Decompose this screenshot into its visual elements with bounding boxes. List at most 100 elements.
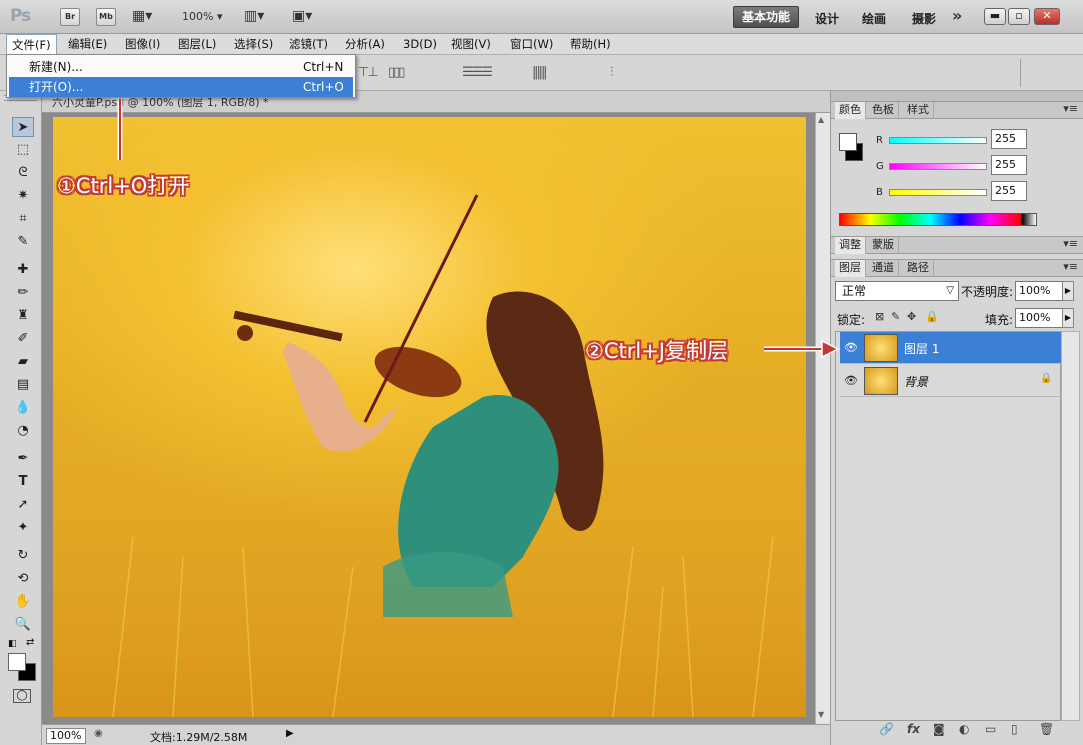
type-tool-icon[interactable]: T xyxy=(12,472,34,492)
default-colors-icon[interactable]: ◧ xyxy=(8,639,17,649)
bridge-button[interactable]: Br xyxy=(60,8,80,26)
lock-position-icon[interactable]: ✥ xyxy=(907,310,916,323)
tab-swatches[interactable]: 色板 xyxy=(868,102,899,119)
channel-b-value[interactable]: 255 xyxy=(991,181,1027,201)
3d-rotate-tool-icon[interactable]: ↻ xyxy=(12,546,34,566)
arrange-documents-icon[interactable]: ▥▾ xyxy=(244,8,264,24)
new-layer-icon[interactable]: ▯ xyxy=(1011,722,1018,736)
marquee-tool-icon[interactable]: ⬚ xyxy=(12,140,34,160)
color-fg-swatch[interactable] xyxy=(839,133,857,151)
menu-3d[interactable]: 3D(D) xyxy=(398,34,442,54)
blur-tool-icon[interactable]: 💧 xyxy=(12,398,34,418)
opacity-field[interactable]: 100% xyxy=(1015,281,1063,301)
shape-tool-icon[interactable]: ✦ xyxy=(12,518,34,538)
gradient-tool-icon[interactable]: ▤ xyxy=(12,375,34,395)
workspace-painting-button[interactable]: 绘画 xyxy=(862,10,886,27)
canvas-image[interactable] xyxy=(53,117,806,717)
adjust-panel-menu-icon[interactable]: ▾≡ xyxy=(1063,237,1078,250)
menu-help[interactable]: 帮助(H) xyxy=(565,34,616,54)
menu-view[interactable]: 视图(V) xyxy=(446,34,496,54)
dodge-tool-icon[interactable]: ◔ xyxy=(12,421,34,441)
document-canvas-area[interactable] xyxy=(42,113,830,724)
opacity-arrow-icon[interactable]: ▶ xyxy=(1062,281,1074,301)
color-spectrum-bar[interactable] xyxy=(839,213,1037,226)
workspace-design-button[interactable]: 设计 xyxy=(815,10,839,27)
panel-dock-header[interactable] xyxy=(831,91,1083,101)
delete-layer-icon[interactable]: 🗑 xyxy=(1039,722,1054,736)
lock-pixels-icon[interactable]: ⊠ xyxy=(875,310,884,323)
scroll-down-icon[interactable]: ▼ xyxy=(818,710,824,719)
menu-file[interactable]: 文件(F) xyxy=(6,34,57,54)
align-vertical-icon[interactable]: ▯▯▯ xyxy=(388,65,406,80)
channel-b-slider[interactable] xyxy=(889,189,987,196)
lock-all-icon[interactable]: 🔒 xyxy=(925,310,939,323)
move-tool-icon[interactable]: ➤ xyxy=(12,117,34,137)
add-mask-icon[interactable]: ◙ xyxy=(933,722,945,736)
layer-style-icon[interactable]: fx xyxy=(907,722,920,736)
blend-mode-select[interactable]: 正常 ▽ xyxy=(835,281,959,301)
channel-g-value[interactable]: 255 xyxy=(991,155,1027,175)
layer-row-background[interactable]: 👁 背景 🔒 xyxy=(840,365,1066,397)
zoom-level-select[interactable]: 100% ▾ xyxy=(182,10,222,23)
view-extras-icon[interactable]: ▦▾ xyxy=(132,8,152,24)
minimize-button[interactable]: ▬ xyxy=(984,8,1006,25)
menu-item-open[interactable]: 打开(O)... Ctrl+O xyxy=(9,77,353,97)
hand-tool-icon[interactable]: ✋ xyxy=(12,592,34,612)
more-workspaces-button[interactable]: » xyxy=(952,6,962,25)
auto-align-icon[interactable]: ⫶ xyxy=(610,65,614,80)
stamp-tool-icon[interactable]: ♜ xyxy=(12,306,34,326)
adjustment-layer-icon[interactable]: ◐ xyxy=(959,722,969,736)
status-menu-arrow-icon[interactable]: ▶ xyxy=(286,728,294,739)
link-layers-icon[interactable]: 🔗 xyxy=(879,722,894,736)
scroll-up-icon[interactable]: ▲ xyxy=(818,115,824,124)
tab-paths[interactable]: 路径 xyxy=(903,260,934,277)
distribute-horizontal-icon[interactable]: ‖‖‖ xyxy=(532,65,547,80)
eye-icon[interactable]: 👁 xyxy=(844,341,858,354)
lasso-tool-icon[interactable]: ᘓ xyxy=(12,163,34,183)
new-group-icon[interactable]: ▭ xyxy=(985,722,996,736)
foreground-color-swatch[interactable] xyxy=(8,653,26,671)
zoom-tool-icon[interactable]: 🔍 xyxy=(12,615,34,635)
eyedropper-tool-icon[interactable]: ✎ xyxy=(12,232,34,252)
3d-orbit-tool-icon[interactable]: ⟲ xyxy=(12,569,34,589)
vertical-scrollbar[interactable]: ▲ ▼ xyxy=(815,113,830,724)
menu-edit[interactable]: 编辑(E) xyxy=(63,34,112,54)
workspace-photography-button[interactable]: 摄影 xyxy=(912,10,936,27)
maximize-button[interactable]: ▫ xyxy=(1008,8,1030,25)
minibridge-button[interactable]: Mb xyxy=(96,8,116,26)
menu-image[interactable]: 图像(I) xyxy=(120,34,165,54)
channel-r-slider[interactable] xyxy=(889,137,987,144)
workspace-essentials-button[interactable]: 基本功能 xyxy=(733,6,799,28)
channel-g-slider[interactable] xyxy=(889,163,987,170)
close-button[interactable]: ✕ xyxy=(1034,8,1060,25)
layers-panel-menu-icon[interactable]: ▾≡ xyxy=(1063,260,1078,273)
tab-masks[interactable]: 蒙版 xyxy=(868,237,899,254)
status-options-icon[interactable]: ◉ xyxy=(94,728,103,739)
history-brush-tool-icon[interactable]: ✐ xyxy=(12,329,34,349)
color-panel-menu-icon[interactable]: ▾≡ xyxy=(1063,102,1078,115)
menu-window[interactable]: 窗口(W) xyxy=(505,34,558,54)
menu-item-new[interactable]: 新建(N)... Ctrl+N xyxy=(9,57,353,77)
distribute-top-icon[interactable]: ☰☰☰ xyxy=(462,65,493,80)
screen-mode-icon[interactable]: ▣▾ xyxy=(292,8,312,24)
quick-mask-icon[interactable]: ◯ xyxy=(13,689,31,703)
zoom-field[interactable]: 100% xyxy=(46,728,86,744)
tab-styles[interactable]: 样式 xyxy=(903,102,934,119)
fill-arrow-icon[interactable]: ▶ xyxy=(1062,308,1074,328)
tab-layers[interactable]: 图层 xyxy=(835,260,866,277)
tab-adjustments[interactable]: 调整 xyxy=(835,237,866,254)
brush-tool-icon[interactable]: ✏ xyxy=(12,283,34,303)
eraser-tool-icon[interactable]: ▰ xyxy=(12,352,34,372)
align-top-icon[interactable]: ⊤⊥ xyxy=(358,65,379,80)
lock-image-icon[interactable]: ✎ xyxy=(891,310,900,323)
tab-channels[interactable]: 通道 xyxy=(868,260,899,277)
pen-tool-icon[interactable]: ✒ xyxy=(12,449,34,469)
channel-r-value[interactable]: 255 xyxy=(991,129,1027,149)
layer-row-1[interactable]: 👁 图层 1 xyxy=(840,332,1066,364)
menu-analysis[interactable]: 分析(A) xyxy=(340,34,390,54)
swap-colors-icon[interactable]: ⇄ xyxy=(26,637,34,648)
menu-select[interactable]: 选择(S) xyxy=(229,34,278,54)
fill-field[interactable]: 100% xyxy=(1015,308,1063,328)
menu-layer[interactable]: 图层(L) xyxy=(173,34,221,54)
layers-scrollbar[interactable] xyxy=(1061,331,1080,721)
